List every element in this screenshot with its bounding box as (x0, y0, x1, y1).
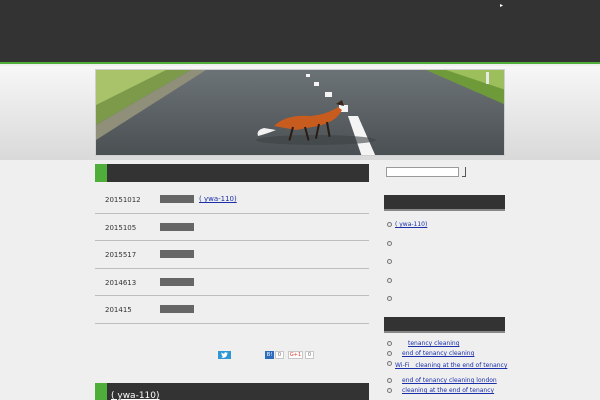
fox-road-image (96, 70, 504, 155)
list-item (384, 274, 505, 293)
article-section-title[interactable]: ( ywa-110) (107, 391, 160, 400)
top-bar: ▸ (0, 0, 600, 64)
gplus-count: 0 (305, 351, 314, 359)
news-date: 201415 (105, 306, 132, 315)
list-item: cleaning at the end of tenancy (384, 386, 505, 396)
article-section: ( ywa-110) (95, 383, 369, 400)
news-row: 201415 (95, 296, 369, 324)
bullet-icon (387, 351, 392, 356)
news-list: 20151012 ( ywa-110) 2015105 2015517 2014… (95, 186, 369, 324)
news-row: 2014613 (95, 269, 369, 297)
sidebar-link[interactable]: end of tenancy cleaning (402, 350, 474, 357)
sidebar-widget-header (384, 317, 505, 333)
news-link[interactable]: ( ywa-110) (199, 195, 237, 203)
news-date: 2015105 (105, 223, 137, 232)
list-item: end of tenancy cleaning (384, 349, 505, 359)
news-category-badge[interactable] (160, 250, 194, 259)
bullet-icon (387, 222, 392, 227)
gplus-button[interactable]: G+1 (288, 351, 303, 359)
list-item: ( ywa-110) (384, 218, 505, 237)
news-category-badge[interactable] (160, 305, 194, 314)
bullet-icon (387, 240, 392, 246)
bullet-icon (387, 296, 392, 301)
news-category-badge[interactable] (160, 195, 194, 203)
list-item (384, 255, 505, 274)
header-image (95, 69, 505, 156)
news-category-badge[interactable] (160, 277, 194, 286)
news-category-badge[interactable] (160, 222, 194, 231)
bullet-icon (387, 259, 392, 264)
play-icon[interactable]: ▸ (500, 2, 503, 9)
news-date: 2014613 (105, 278, 137, 287)
hatena-bookmark-button[interactable]: B! (265, 351, 274, 359)
list-item: tenancy cleaning (384, 339, 505, 349)
sidebar-link[interactable]: Wi-Fi cleaning at the end of tenancy (395, 360, 507, 369)
twitter-icon (221, 352, 228, 358)
article-section-header: ( ywa-110) (95, 383, 369, 400)
sidebar-link[interactable]: cleaning at the end of tenancy (402, 387, 494, 394)
bullet-icon (387, 341, 392, 346)
hatena-count: 0 (275, 351, 284, 359)
twitter-share-button[interactable] (218, 351, 231, 359)
news-date: 2015517 (105, 251, 137, 260)
list-item (384, 237, 505, 256)
bullet-icon (387, 361, 392, 366)
sidebar-link[interactable]: end of tenancy cleaning london (402, 377, 497, 384)
sidebar-widget-header (384, 195, 505, 211)
sidebar-link[interactable]: ( ywa-110) (395, 221, 427, 228)
sidebar-link[interactable]: tenancy cleaning (408, 340, 460, 347)
sidebar-recent-list: ( ywa-110) (384, 218, 505, 311)
main-content: 20151012 ( ywa-110) 2015105 2015517 2014… (95, 164, 369, 359)
news-section-title (107, 172, 111, 182)
news-row: 2015105 (95, 214, 369, 242)
search-input[interactable] (386, 167, 459, 177)
list-item: end of tenancy cleaning london (384, 369, 505, 386)
news-section-header (95, 164, 369, 182)
search-button[interactable] (462, 167, 466, 177)
sidebar-tag-list: tenancy cleaning end of tenancy cleaning… (384, 339, 507, 396)
bullet-icon (387, 388, 392, 393)
bullet-icon (387, 378, 392, 383)
news-row: 2015517 (95, 241, 369, 269)
bullet-icon (387, 277, 392, 283)
news-row: 20151012 ( ywa-110) (95, 186, 369, 214)
news-date: 20151012 (105, 196, 141, 204)
list-item: Wi-Fi cleaning at the end of tenancy (384, 359, 507, 369)
list-item (384, 292, 505, 311)
